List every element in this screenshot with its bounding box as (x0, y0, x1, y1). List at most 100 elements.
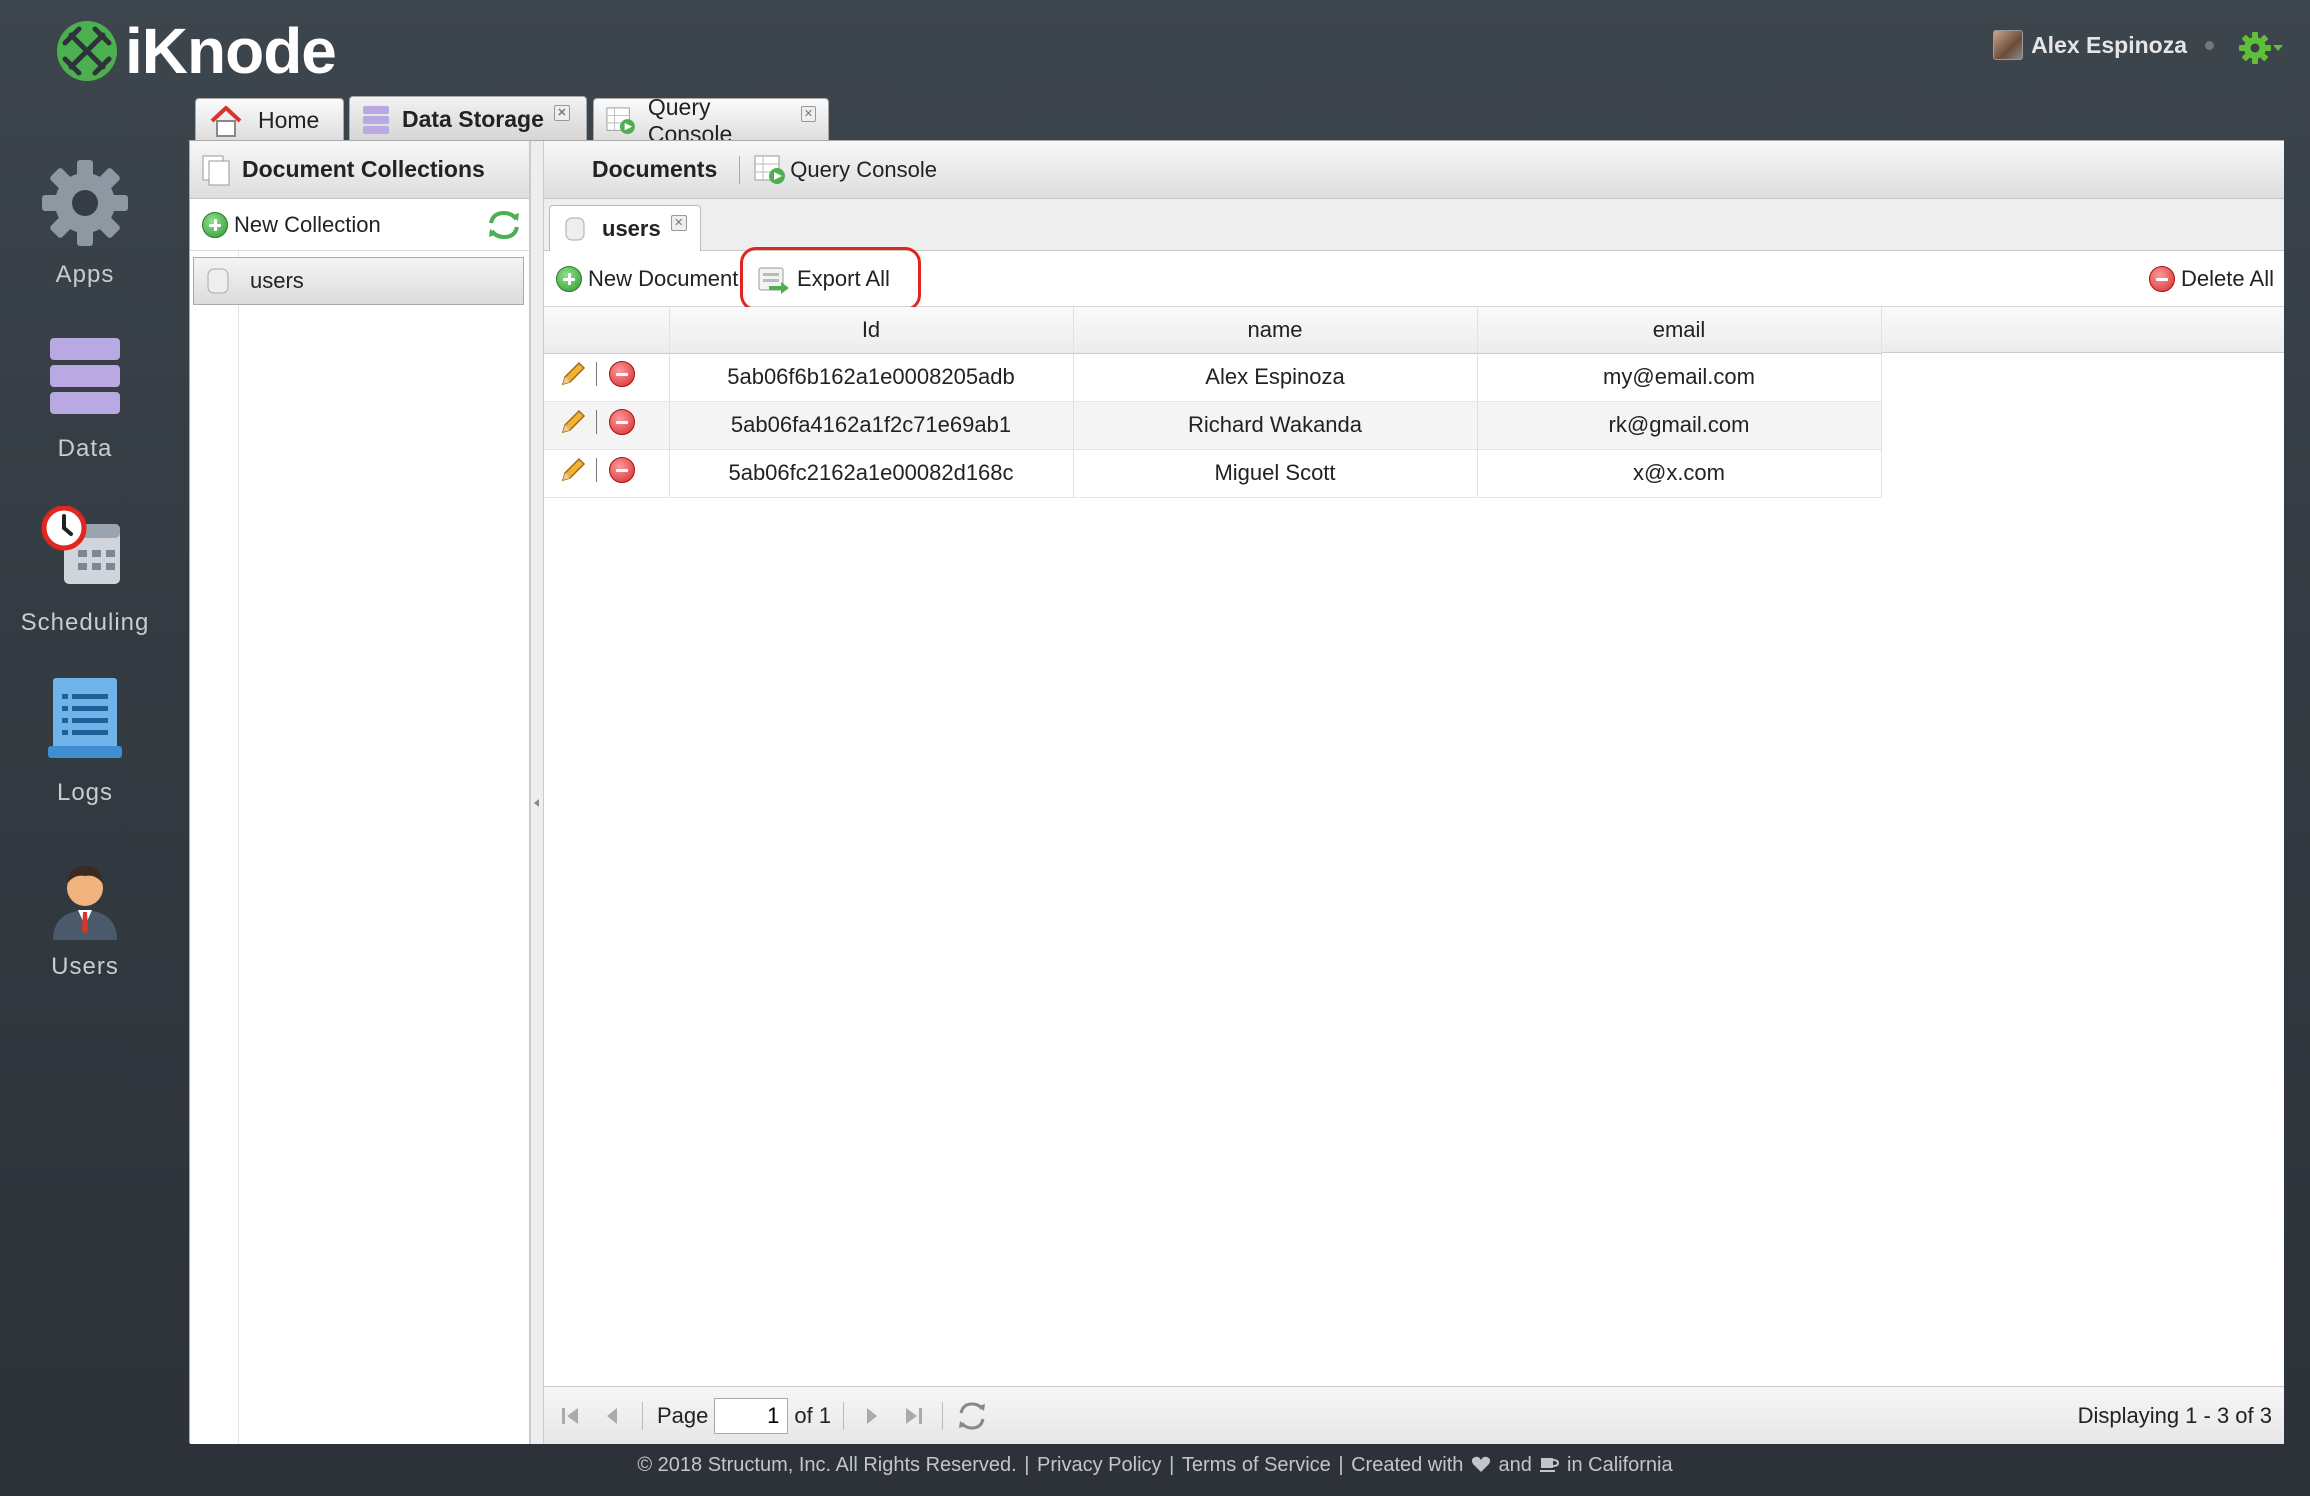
created-with-text: Created with (1351, 1454, 1464, 1476)
documents-pane: Documents Query Console users ✕ New Docu… (544, 141, 2284, 1444)
panel-title: Documents (592, 156, 718, 182)
nav-label: Users (51, 953, 119, 980)
nav-users[interactable]: Users (0, 850, 170, 981)
collection-label: users (250, 268, 304, 293)
refresh-icon[interactable] (957, 1401, 987, 1431)
nav-apps[interactable]: Apps (0, 158, 170, 289)
remove-icon (2149, 266, 2176, 292)
terms-of-service-link[interactable]: Terms of Service (1182, 1454, 1331, 1476)
page-number-input[interactable] (714, 1397, 789, 1434)
tab-data-storage[interactable]: Data Storage ✕ (349, 96, 587, 142)
cell-id: 5ab06fa4162a1f2c71e69ab1 (669, 401, 1074, 449)
query-console-icon (606, 106, 635, 134)
privacy-policy-link[interactable]: Privacy Policy (1037, 1454, 1161, 1476)
page-count-label: of 1 (794, 1402, 832, 1428)
new-document-button[interactable]: New Document (556, 266, 738, 292)
user-name: Alex Espinoza (2031, 31, 2187, 58)
in-california-text: in California (1567, 1454, 1673, 1476)
delete-row-icon[interactable] (609, 409, 635, 435)
documents-toolbar: New Document Export All Delete All (544, 247, 2284, 311)
cell-id: 5ab06f6b162a1e0008205adb (669, 353, 1074, 401)
divider (642, 1401, 643, 1430)
tree-guide (238, 251, 239, 1444)
footer: © 2018 Structum, Inc. All Rights Reserve… (637, 1454, 1673, 1476)
user-menu[interactable]: Alex Espinoza (1993, 30, 2214, 60)
nav-data[interactable]: Data (0, 332, 170, 463)
column-header-name[interactable]: name (1073, 307, 1478, 354)
app-logo[interactable]: iKnode (55, 15, 337, 87)
settings-button[interactable] (2238, 30, 2288, 66)
row-action-group (558, 407, 641, 437)
column-header-email[interactable]: email (1477, 307, 1882, 354)
new-collection-button[interactable]: New Collection (190, 199, 529, 251)
clock-calendar-icon (41, 505, 120, 584)
tab-query-console[interactable]: Query Console ✕ (593, 94, 829, 147)
database-icon (565, 217, 585, 241)
divider (739, 155, 741, 184)
nav-label: Apps (55, 261, 115, 288)
row-actions (544, 449, 670, 497)
edit-pencil-icon[interactable] (558, 455, 588, 485)
edit-pencil-icon[interactable] (558, 407, 588, 437)
button-label: New Document (588, 266, 739, 291)
tab-users[interactable]: users ✕ (549, 205, 701, 252)
divider (843, 1401, 845, 1430)
cell-email: my@email.com (1477, 353, 1882, 401)
collapse-arrow-icon (534, 799, 539, 807)
button-label: Export All (797, 266, 890, 291)
status-dot (2205, 40, 2214, 50)
nav-scheduling[interactable]: Scheduling (0, 505, 170, 637)
tab-label: Home (258, 107, 320, 133)
displaying-count: Displaying 1 - 3 of 3 (2077, 1402, 2272, 1428)
delete-row-icon[interactable] (609, 360, 635, 387)
collection-tabs-bar: users ✕ (544, 199, 2284, 252)
coffee-icon (1540, 1458, 1560, 1472)
database-icon (207, 268, 229, 294)
table-row[interactable]: 5ab06fa4162a1f2c71e69ab1 Richard Wakanda… (544, 401, 1882, 449)
chevron-down-icon (2273, 45, 2283, 51)
documents-icon (202, 155, 230, 185)
divider (596, 410, 597, 434)
tab-home[interactable]: Home (195, 98, 344, 142)
last-page-icon[interactable] (900, 1402, 928, 1430)
edit-pencil-icon[interactable] (558, 359, 588, 389)
tab-close-button[interactable]: ✕ (553, 104, 570, 121)
gear-icon (2239, 32, 2271, 64)
panel-title: Document Collections (242, 156, 485, 182)
collections-pane: Document Collections New Collection user… (190, 141, 530, 1444)
avatar (1993, 30, 2024, 60)
cell-name: Miguel Scott (1073, 449, 1478, 497)
tab-close-button[interactable]: ✕ (800, 105, 816, 122)
cell-email: rk@gmail.com (1477, 401, 1882, 449)
table-row[interactable]: 5ab06f6b162a1e0008205adb Alex Espinoza m… (544, 353, 1882, 401)
nav-logs[interactable]: Logs (0, 676, 170, 807)
first-page-icon[interactable] (556, 1402, 584, 1430)
add-icon (202, 211, 228, 238)
app-name: iKnode (125, 15, 337, 87)
heart-icon (1471, 1456, 1491, 1472)
iknode-logo-icon (57, 21, 117, 81)
button-label: Delete All (2181, 266, 2274, 291)
pane-splitter[interactable] (530, 141, 544, 1444)
export-all-button[interactable]: Export All (740, 247, 921, 311)
column-header-id[interactable]: Id (669, 307, 1074, 354)
query-console-button[interactable]: Query Console (754, 155, 937, 185)
collections-header: Document Collections (190, 141, 529, 199)
next-page-icon[interactable] (858, 1402, 886, 1430)
delete-row-icon[interactable] (609, 457, 635, 483)
refresh-icon[interactable] (487, 210, 521, 240)
nav-label: Scheduling (20, 609, 150, 636)
delete-all-button[interactable]: Delete All (2149, 266, 2274, 292)
query-console-icon (754, 155, 786, 184)
database-icon (50, 338, 120, 414)
home-icon (210, 105, 242, 137)
button-label: New Collection (234, 211, 381, 237)
previous-page-icon[interactable] (598, 1402, 626, 1430)
row-actions (544, 401, 670, 449)
table-row[interactable]: 5ab06fc2162a1e00082d168c Miguel Scott x@… (544, 449, 1882, 497)
cell-name: Alex Espinoza (1073, 353, 1478, 401)
divider (596, 458, 597, 482)
page-label: Page (657, 1402, 709, 1428)
tab-close-button[interactable]: ✕ (670, 215, 687, 231)
collection-item-users[interactable]: users (193, 257, 524, 305)
